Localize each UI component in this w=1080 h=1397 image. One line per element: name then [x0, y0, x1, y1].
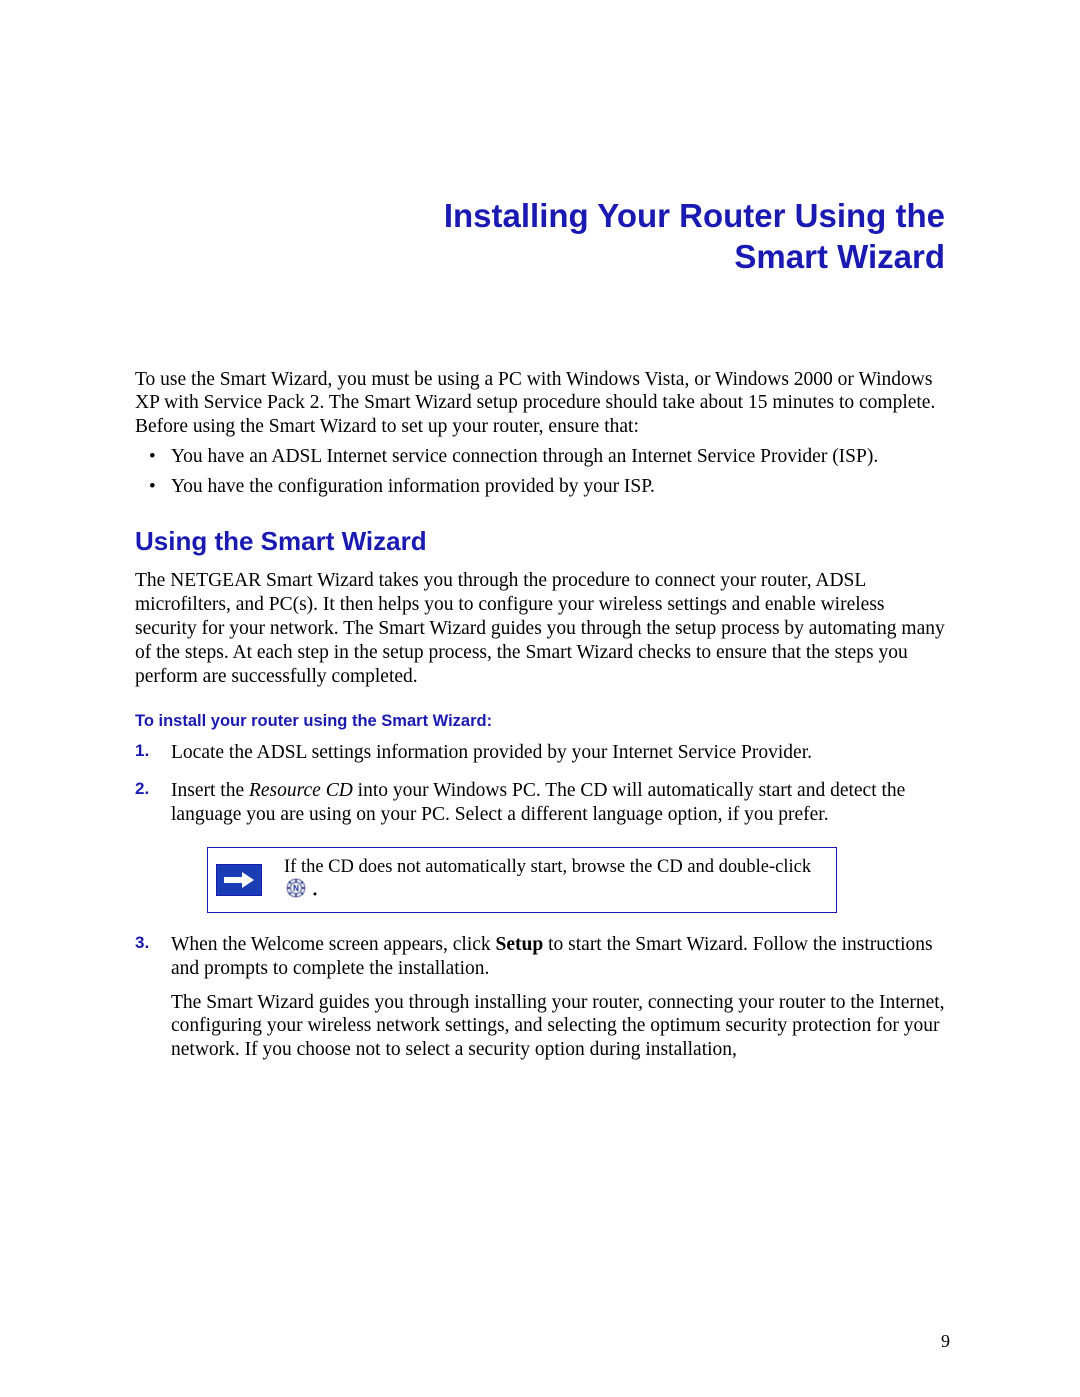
list-item: You have an ADSL Internet service connec… — [135, 445, 950, 469]
page-title: Installing Your Router Using the Smart W… — [135, 195, 945, 278]
page-number: 9 — [941, 1331, 950, 1352]
procedure-list: 1. Locate the ADSL settings information … — [135, 741, 950, 1062]
step-number: 1. — [135, 741, 149, 762]
step-continuation: The Smart Wizard guides you through inst… — [171, 991, 950, 1062]
intro-paragraph: To use the Smart Wizard, you must be usi… — [135, 368, 950, 439]
list-item: 1. Locate the ADSL settings information … — [135, 741, 950, 765]
title-line-1: Installing Your Router Using the — [444, 197, 945, 234]
title-line-2: Smart Wizard — [734, 238, 945, 275]
setup-bold: Setup — [496, 934, 544, 955]
list-item: 3. When the Welcome screen appears, clic… — [135, 933, 950, 1062]
autorun-gear-icon: N — [286, 878, 306, 904]
list-item: 2. Insert the Resource CD into your Wind… — [135, 779, 950, 913]
step-text: Insert the Resource CD into your Windows… — [171, 780, 905, 825]
note-text: If the CD does not automatically start, … — [284, 856, 826, 904]
section-body: The NETGEAR Smart Wizard takes you throu… — [135, 569, 950, 688]
procedure-heading: To install your router using the Smart W… — [135, 712, 950, 731]
arrow-icon — [216, 864, 262, 896]
step-text: Locate the ADSL settings information pro… — [171, 742, 812, 763]
resource-cd-em: Resource CD — [249, 780, 353, 801]
svg-text:N: N — [293, 884, 299, 893]
step-number: 3. — [135, 933, 149, 954]
page: Installing Your Router Using the Smart W… — [0, 0, 1080, 1062]
step-text: When the Welcome screen appears, click S… — [171, 934, 933, 979]
requirements-list: You have an ADSL Internet service connec… — [135, 445, 950, 499]
note-box: If the CD does not automatically start, … — [207, 847, 837, 913]
list-item: You have the configuration information p… — [135, 475, 950, 499]
section-heading: Using the Smart Wizard — [135, 526, 950, 557]
step-number: 2. — [135, 779, 149, 800]
